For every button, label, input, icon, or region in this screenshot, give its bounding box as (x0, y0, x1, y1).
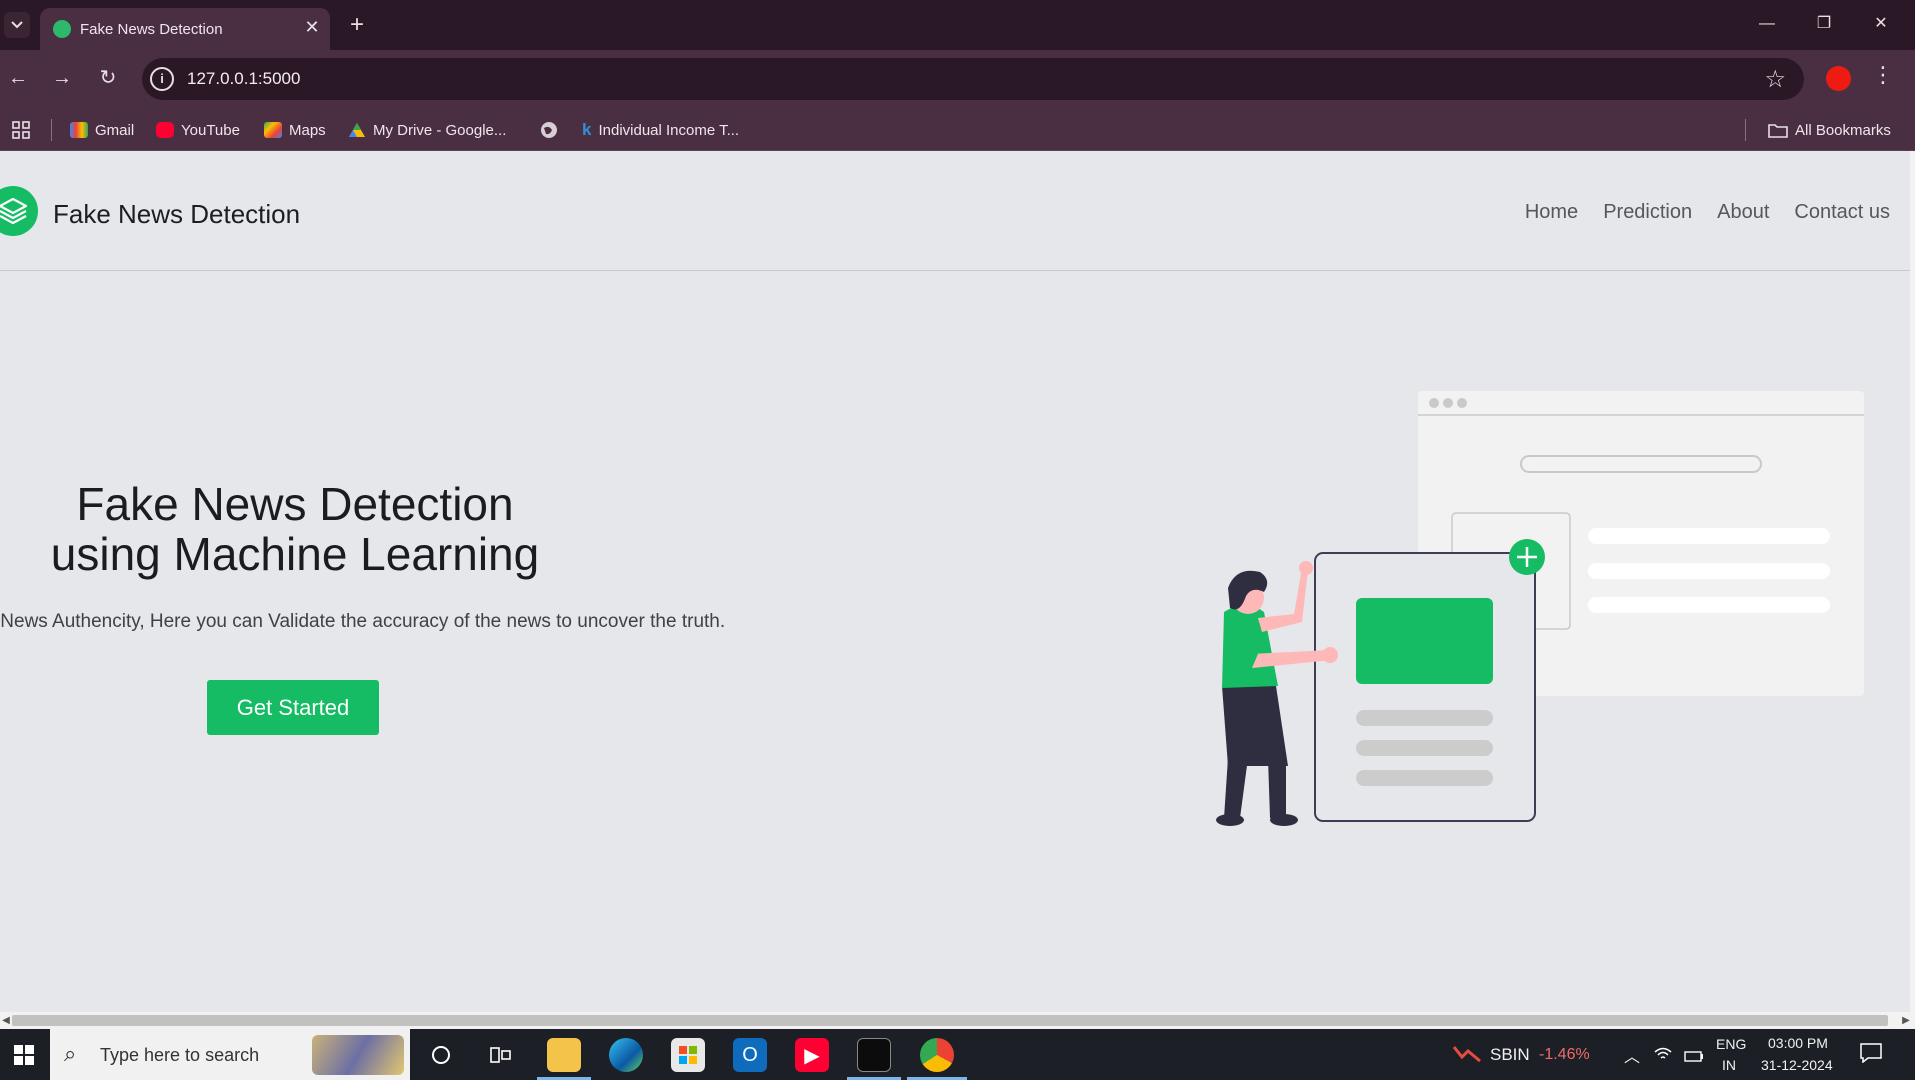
browser-toolbar: ← → ↻ i 127.0.0.1:5000 ☆ ⋮ (0, 50, 1915, 107)
folder-icon (1768, 124, 1788, 138)
nav-prediction[interactable]: Prediction (1603, 201, 1692, 224)
clock-date[interactable]: 31-12-2024 (1761, 1057, 1833, 1073)
tab-close-icon[interactable]: ✕ (302, 17, 322, 37)
stock-trend-icon (1452, 1046, 1481, 1063)
bookmark-label: My Drive - Google... (373, 121, 507, 139)
tab-search-button[interactable] (4, 12, 30, 38)
drive-icon (349, 123, 365, 137)
minimize-button[interactable]: — (1745, 8, 1789, 40)
search-placeholder[interactable]: Type here to search (100, 1045, 259, 1066)
layers-icon (0, 197, 28, 225)
all-bookmarks-button[interactable]: All Bookmarks (1768, 119, 1891, 141)
new-tab-button[interactable]: + (343, 11, 371, 39)
site-info-icon[interactable]: i (150, 67, 174, 91)
clock-time[interactable]: 03:00 PM (1768, 1035, 1828, 1051)
nav-contact[interactable]: Contact us (1794, 201, 1890, 224)
bookmark-globe[interactable] (540, 119, 558, 141)
wifi-icon[interactable] (1654, 1047, 1672, 1066)
bookmark-income-tax[interactable]: k Individual Income T... (582, 119, 739, 141)
search-highlight-icon[interactable] (312, 1035, 404, 1075)
reload-button[interactable]: ↻ (94, 64, 122, 92)
bookmark-separator (1745, 119, 1746, 141)
nav-about[interactable]: About (1717, 201, 1769, 224)
youtube-app-icon[interactable]: ▶ (795, 1038, 829, 1072)
scroll-thumb[interactable] (12, 1015, 1888, 1026)
bookmark-label: Gmail (95, 121, 135, 139)
taskbar-search-box[interactable]: ⌕ Type here to search (50, 1029, 410, 1080)
scroll-left-icon[interactable]: ◀ (0, 1014, 12, 1027)
document-card-illustration (1314, 539, 1545, 822)
hero-subtitle: able Source for Verifying News Authencit… (0, 611, 726, 632)
close-window-button[interactable]: ✕ (1859, 8, 1903, 40)
outlook-icon[interactable]: O (733, 1038, 767, 1072)
bookmarks-bar: Gmail YouTube Maps My Drive - Google... … (0, 107, 1915, 151)
nav-home[interactable]: Home (1525, 201, 1578, 224)
chrome-icon[interactable] (920, 1038, 954, 1072)
start-button[interactable] (0, 1029, 48, 1080)
forward-button[interactable]: → (48, 64, 76, 92)
tab-bar: Fake News Detection ✕ + — ❐ ✕ (0, 0, 1915, 50)
bookmark-gmail[interactable]: Gmail (70, 119, 134, 141)
stock-widget[interactable] (1452, 1043, 1482, 1068)
all-bookmarks-label: All Bookmarks (1795, 121, 1891, 139)
bookmark-youtube[interactable]: YouTube (156, 119, 240, 141)
windows-taskbar: ⌕ Type here to search O ▶ SBIN -1.46% ︿ … (0, 1029, 1915, 1080)
tab-favicon-icon (53, 20, 71, 38)
restore-button[interactable]: ❐ (1802, 8, 1846, 40)
hero-title-line1: Fake News Detection (76, 478, 514, 530)
url-text[interactable]: 127.0.0.1:5000 (187, 69, 300, 89)
bookmark-label: YouTube (181, 121, 240, 139)
site-navbar: Fake News Detection Home Prediction Abou… (0, 151, 1910, 271)
file-explorer-icon[interactable] (547, 1038, 581, 1072)
windows-logo-icon (14, 1044, 34, 1065)
search-icon: ⌕ (64, 1041, 77, 1066)
web-page: Fake News Detection Home Prediction Abou… (0, 151, 1910, 1012)
bookmark-label: Maps (289, 121, 326, 139)
bookmark-drive[interactable]: My Drive - Google... (348, 119, 506, 141)
edge-icon[interactable] (609, 1038, 643, 1072)
cortana-icon[interactable] (424, 1038, 458, 1072)
bookmark-star-icon[interactable]: ☆ (1764, 65, 1786, 94)
hero-title-line2: using Machine Learning (50, 528, 540, 580)
address-bar[interactable]: i 127.0.0.1:5000 ☆ (142, 58, 1804, 100)
battery-icon[interactable] (1684, 1049, 1704, 1067)
youtube-icon (156, 122, 174, 138)
site-nav: Home Prediction About Contact us (1525, 201, 1890, 224)
hero-illustration (1216, 391, 1864, 826)
chevron-down-icon (11, 21, 23, 29)
terminal-icon[interactable] (857, 1038, 891, 1072)
logo-icon[interactable] (0, 186, 38, 236)
ms-store-icon[interactable] (671, 1038, 705, 1072)
profile-avatar[interactable] (1826, 66, 1851, 91)
task-view-icon[interactable] (484, 1038, 518, 1072)
get-started-button[interactable]: Get Started (207, 680, 379, 735)
stock-change[interactable]: -1.46% (1539, 1046, 1590, 1064)
gmail-icon (70, 122, 88, 138)
scroll-right-icon[interactable]: ▶ (1900, 1014, 1912, 1027)
site-brand[interactable]: Fake News Detection (53, 199, 300, 230)
active-tab[interactable]: Fake News Detection ✕ (40, 8, 330, 50)
income-tax-icon: k (582, 120, 592, 139)
language-top[interactable]: ENG (1716, 1036, 1746, 1052)
notification-icon[interactable] (1860, 1043, 1882, 1068)
language-bottom[interactable]: IN (1722, 1057, 1736, 1073)
globe-icon (541, 122, 557, 138)
bookmark-separator (51, 119, 52, 141)
hero-title: Fake News Detection using Machine Learni… (0, 479, 590, 579)
bookmark-maps[interactable]: Maps (264, 119, 326, 141)
bookmark-label: Individual Income T... (598, 121, 740, 139)
stock-symbol[interactable]: SBIN (1490, 1045, 1530, 1065)
tab-title: Fake News Detection (80, 21, 223, 38)
horizontal-scrollbar[interactable]: ◀ ▶ (0, 1012, 1915, 1029)
back-button[interactable]: ← (4, 64, 32, 92)
show-hidden-icons[interactable]: ︿ (1624, 1043, 1640, 1067)
maps-icon (264, 122, 282, 138)
vertical-scrollbar[interactable] (1910, 151, 1915, 1012)
browser-menu-icon[interactable]: ⋮ (1872, 62, 1894, 88)
apps-grid-icon[interactable] (12, 119, 30, 141)
